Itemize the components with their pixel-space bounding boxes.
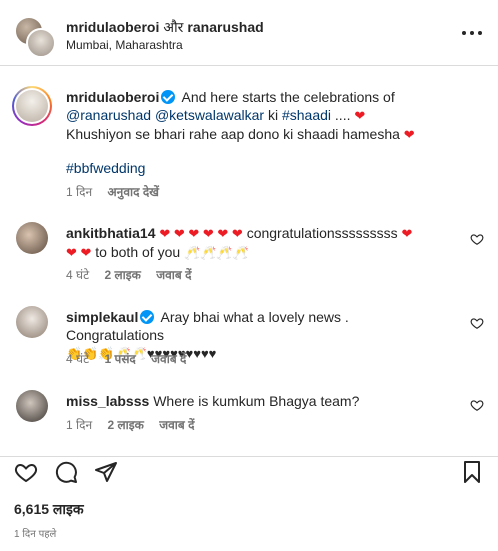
mention-link[interactable]: @ketswalawalkar [155, 107, 264, 123]
comment-time[interactable]: 4 घंटे [66, 268, 89, 282]
avatar[interactable] [16, 390, 48, 422]
comment-time[interactable]: 4 घंटे [66, 352, 89, 366]
like-comment-heart-icon[interactable] [470, 398, 484, 412]
caption-username[interactable]: mridulaoberoi [66, 89, 159, 105]
save-bookmark-icon[interactable] [460, 460, 484, 484]
verified-badge-icon [140, 310, 155, 324]
caption-line-2: Khushiyon se bhari rahe aap dono ki shaa… [66, 126, 400, 142]
comment-meta: 1 दिन 2 लाइक जवाब दें [66, 416, 206, 433]
caption-text: mridulaoberoi And here starts the celebr… [66, 89, 415, 142]
collab-username[interactable]: ranarushad [187, 19, 263, 35]
separator: और [163, 19, 184, 35]
comment-bubble-icon[interactable] [54, 460, 78, 484]
comment-meta: 4 घंटे 1 पसंद जवाब दें [66, 350, 198, 367]
post-date[interactable]: 1 दिन पहले [14, 526, 56, 540]
verified-badge-icon [161, 90, 176, 104]
reply-button[interactable]: जवाब दें [151, 352, 186, 366]
comment-text: ankitbhatia14 ❤ ❤ ❤ ❤ ❤ ❤ congratulation… [66, 225, 413, 260]
location-link[interactable]: Mumbai, Maharashtra [66, 38, 183, 52]
action-bar [0, 456, 498, 485]
author-username[interactable]: mridulaoberoi [66, 19, 159, 35]
hashtag-link[interactable]: #bbfwedding [66, 160, 145, 176]
avatar[interactable] [16, 222, 48, 254]
comment-likes[interactable]: 1 पसंद [105, 352, 136, 366]
reply-button[interactable]: जवाब दें [156, 268, 191, 282]
heart-emojis: ❤ ❤ ❤ ❤ ❤ ❤ [159, 226, 243, 241]
heart-emoji: ❤ [354, 108, 366, 123]
avatar[interactable] [12, 86, 52, 126]
collab-avatars[interactable] [14, 16, 56, 58]
heart-emoji: ❤ [403, 127, 415, 142]
caption-time[interactable]: 1 दिन [66, 185, 92, 199]
comment-username[interactable]: miss_labsss [66, 393, 149, 409]
comment-time[interactable]: 1 दिन [66, 418, 92, 432]
translate-button[interactable]: अनुवाद देखें [108, 185, 160, 199]
comment-meta: 4 घंटे 2 लाइक जवाब दें [66, 266, 203, 283]
like-comment-heart-icon[interactable] [470, 316, 484, 330]
comment-username[interactable]: ankitbhatia14 [66, 225, 155, 241]
post-header: mridulaoberoi और ranarushad Mumbai, Mahara… [0, 0, 498, 66]
reply-button[interactable]: जवाब दें [159, 418, 194, 432]
more-horizontal-icon[interactable] [460, 24, 484, 42]
caption-meta: 1 दिन अनुवाद देखें [66, 183, 171, 200]
hashtag-link[interactable]: #shaadi [282, 107, 331, 123]
mention-link[interactable]: @ranarushad [66, 107, 151, 123]
comment-likes[interactable]: 2 लाइक [105, 268, 141, 282]
comment-username[interactable]: simplekaul [66, 309, 138, 325]
share-send-icon[interactable] [94, 460, 118, 484]
comment-likes[interactable]: 2 लाइक [108, 418, 144, 432]
toast-emojis: 🥂🥂🥂🥂 [184, 245, 249, 260]
post-authors: mridulaoberoi और ranarushad [66, 18, 264, 37]
comment-text: miss_labsss Where is kumkum Bhagya team? [66, 393, 360, 409]
like-heart-icon[interactable] [14, 460, 38, 484]
avatar[interactable] [16, 306, 48, 338]
like-comment-heart-icon[interactable] [470, 232, 484, 246]
avatar[interactable] [26, 28, 56, 58]
likes-count[interactable]: 6,615 लाइक [14, 500, 84, 519]
